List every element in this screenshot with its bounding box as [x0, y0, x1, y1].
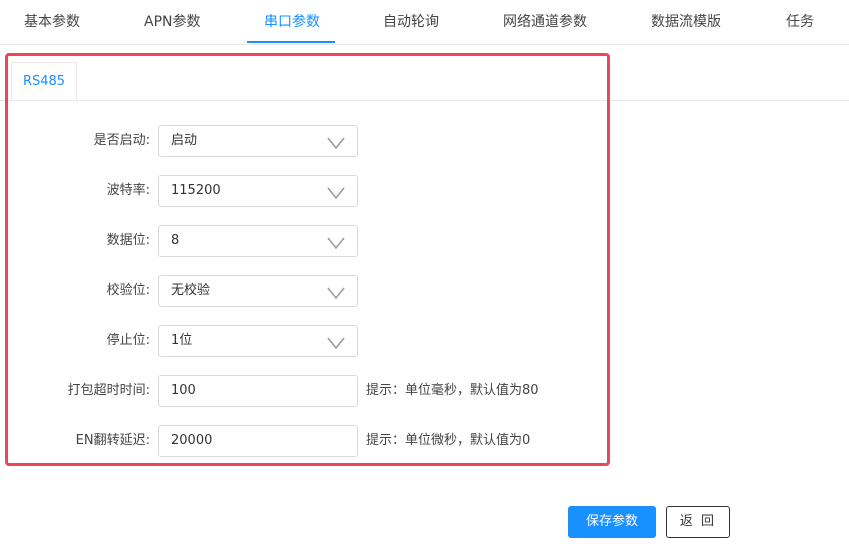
- tab-auto-polling[interactable]: 自动轮询: [383, 0, 439, 44]
- enabled-select[interactable]: 启动: [158, 125, 358, 157]
- tab-serial-params[interactable]: 串口参数: [264, 0, 320, 44]
- tab-basic-params[interactable]: 基本参数: [24, 0, 80, 44]
- stopbits-select[interactable]: 1位: [158, 325, 358, 357]
- save-params-button[interactable]: 保存参数: [568, 506, 656, 538]
- parity-label: 校验位:: [106, 283, 150, 298]
- active-tab-indicator: [247, 41, 335, 43]
- pack-timeout-value: 100: [171, 383, 196, 398]
- top-tab-bar: 基本参数 APN参数 串口参数 自动轮询 网络通道参数 数据流模版 任务: [0, 0, 849, 45]
- back-button[interactable]: 返 回: [666, 506, 730, 538]
- stopbits-label: 停止位:: [106, 333, 150, 348]
- chevron-down-icon: [327, 187, 345, 199]
- baud-value: 115200: [171, 183, 221, 198]
- pack-timeout-label: 打包超时时间:: [67, 383, 150, 398]
- chevron-down-icon: [327, 287, 345, 299]
- baud-select[interactable]: 115200: [158, 175, 358, 207]
- pack-timeout-hint: 提示：单位毫秒，默认值为80: [366, 383, 539, 398]
- en-delay-input[interactable]: 20000: [158, 425, 358, 457]
- en-delay-label: EN翻转延迟:: [75, 433, 150, 448]
- chevron-down-icon: [327, 337, 345, 349]
- en-delay-hint: 提示：单位微秒，默认值为0: [366, 433, 531, 448]
- databits-value: 8: [171, 233, 180, 248]
- enabled-value: 启动: [171, 133, 198, 148]
- chevron-down-icon: [327, 237, 345, 249]
- baud-label: 波特率:: [106, 183, 150, 198]
- enabled-label: 是否启动:: [93, 133, 150, 148]
- stopbits-value: 1位: [171, 333, 193, 348]
- databits-label: 数据位:: [106, 233, 150, 248]
- databits-select[interactable]: 8: [158, 225, 358, 257]
- tab-network-channel-params[interactable]: 网络通道参数: [503, 0, 587, 44]
- parity-value: 无校验: [171, 283, 211, 298]
- tab-data-stream-template[interactable]: 数据流模版: [651, 0, 721, 44]
- pack-timeout-input[interactable]: 100: [158, 375, 358, 407]
- chevron-down-icon: [327, 137, 345, 149]
- tab-tasks[interactable]: 任务: [786, 0, 814, 44]
- en-delay-value: 20000: [171, 433, 213, 448]
- parity-select[interactable]: 无校验: [158, 275, 358, 307]
- tab-apn-params[interactable]: APN参数: [144, 0, 201, 44]
